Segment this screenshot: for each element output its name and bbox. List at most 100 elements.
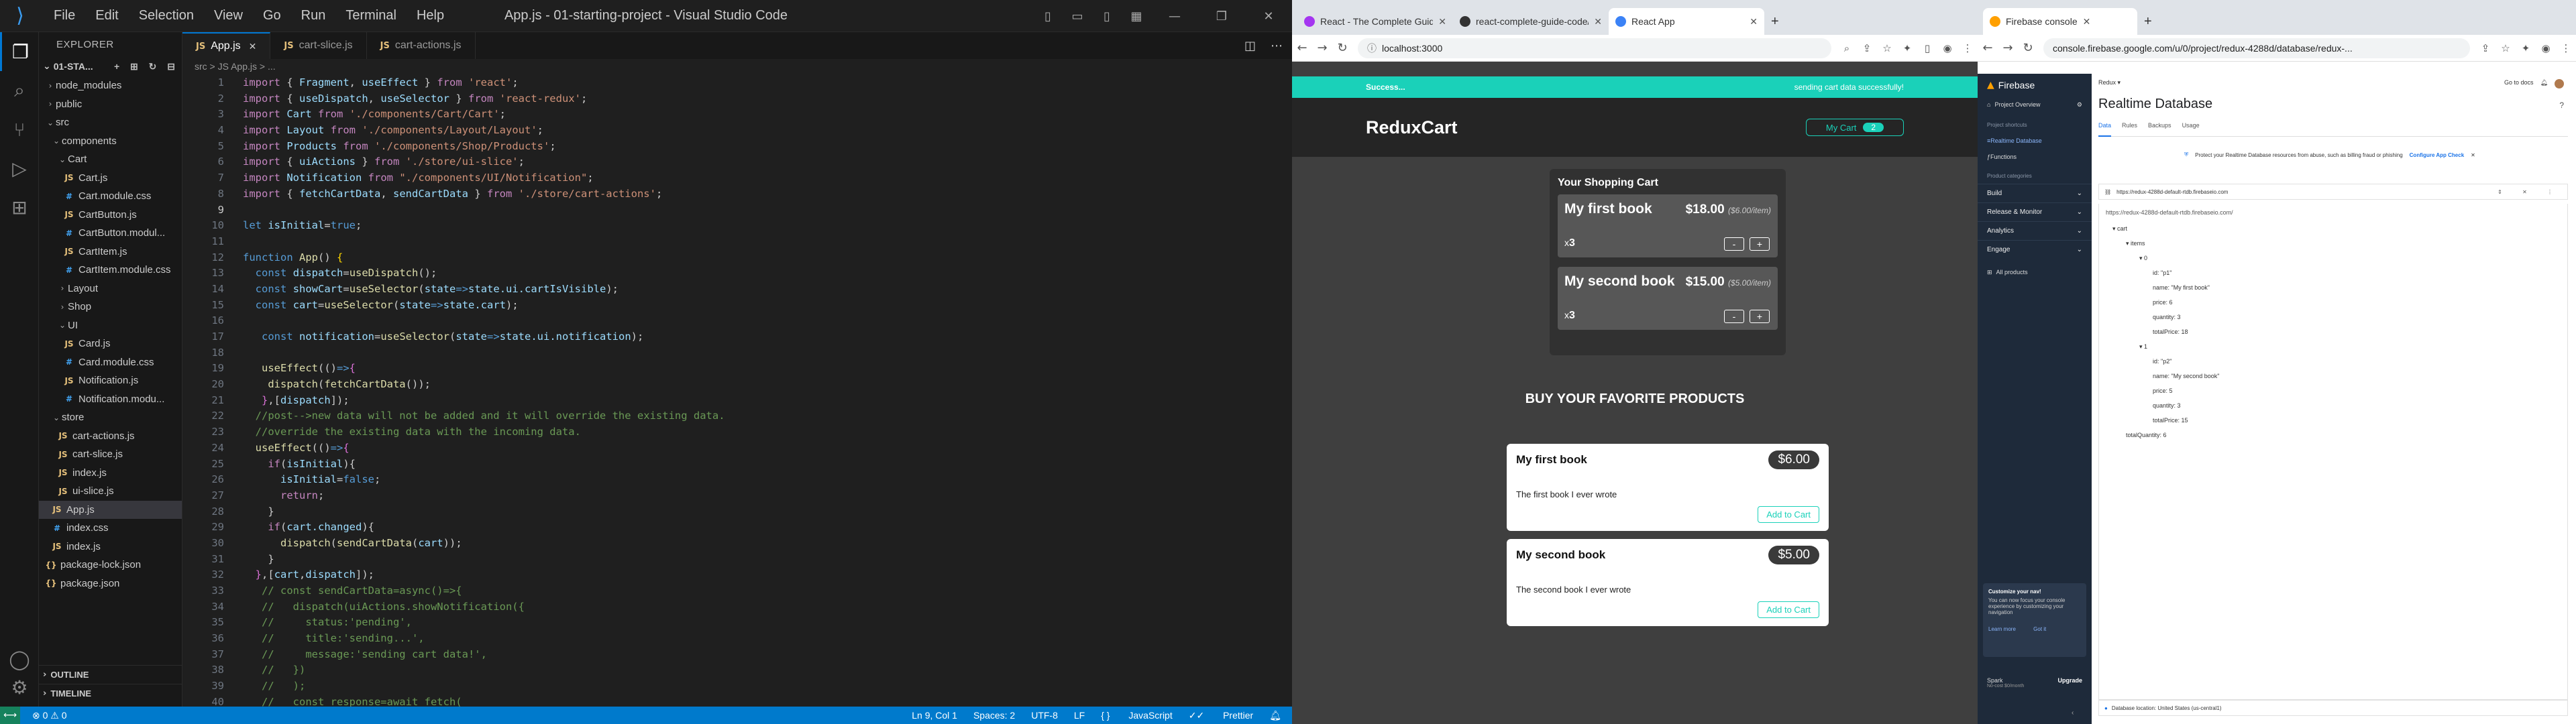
address-bar[interactable]: console.firebase.google.com/u/0/project/… bbox=[2043, 38, 2470, 58]
db-node[interactable]: ▾ 0 bbox=[2139, 255, 2147, 262]
indentation[interactable]: Spaces: 2 bbox=[973, 710, 1015, 721]
language-mode[interactable]: { } JavaScript bbox=[1101, 710, 1173, 721]
shortcut-realtime-database[interactable]: ≡ Realtime Database bbox=[1978, 133, 2092, 149]
file-item[interactable]: # Cart.module.css bbox=[39, 187, 182, 206]
db-node[interactable]: id: "p1" bbox=[2153, 269, 2171, 276]
bookmark-star-icon[interactable]: ☆ bbox=[1877, 42, 1897, 54]
folder-item[interactable]: ⌄ Cart bbox=[39, 150, 182, 169]
menu-run[interactable]: Run bbox=[301, 8, 326, 23]
close-tab-icon[interactable]: ✕ bbox=[1438, 16, 1446, 27]
project-root[interactable]: ⌄ 01-STA... + ⊞ ↻ ⊟ bbox=[39, 56, 182, 76]
section-engage[interactable]: Engage ⌄ bbox=[1978, 240, 2092, 259]
configure-app-check-link[interactable]: Configure App Check bbox=[2410, 152, 2464, 158]
settings-gear-icon[interactable]: ⚙ bbox=[0, 668, 39, 707]
file-item[interactable]: # CartButton.modul... bbox=[39, 224, 182, 243]
explorer-icon[interactable]: ❐ bbox=[0, 32, 39, 71]
project-overview-link[interactable]: ⌂ Project Overview ⚙ bbox=[1978, 97, 2092, 113]
reload-icon[interactable]: ↻ bbox=[2018, 41, 2038, 55]
section-build[interactable]: Build ⌄ bbox=[1978, 184, 2092, 202]
search-icon[interactable]: ⌕ bbox=[0, 71, 39, 110]
close-tab-icon[interactable]: ✕ bbox=[2083, 16, 2091, 27]
folder-item[interactable]: › Layout bbox=[39, 280, 182, 298]
db-node[interactable]: totalPrice: 18 bbox=[2153, 328, 2188, 335]
tab-cart-actions-js[interactable]: JS cart-actions.js bbox=[366, 32, 476, 59]
increase-button[interactable]: + bbox=[1750, 310, 1770, 323]
close-tab-icon[interactable]: ✕ bbox=[1750, 16, 1758, 27]
browser-tab[interactable]: React - The Complete Guide (incl ✕ bbox=[1297, 8, 1453, 35]
explorer-actions-icon[interactable]: + ⊞ ↻ ⊟ bbox=[114, 61, 182, 72]
menu-kebab-icon[interactable]: ⋮ bbox=[1957, 42, 1978, 54]
menu-kebab-icon[interactable]: ⋮ bbox=[2556, 42, 2576, 54]
firebase-logo[interactable]: ▲ Firebase bbox=[1978, 74, 2092, 97]
decrease-button[interactable]: - bbox=[1724, 237, 1744, 251]
menu-terminal[interactable]: Terminal bbox=[345, 8, 396, 23]
layout-secondary-icon[interactable]: ▯ bbox=[1092, 9, 1122, 23]
customize-layout-icon[interactable]: ▦ bbox=[1122, 9, 1151, 23]
close-button[interactable]: ✕ bbox=[1245, 9, 1292, 23]
got-it-button[interactable]: Got it bbox=[2033, 626, 2046, 632]
remote-icon[interactable]: ⟷ bbox=[0, 707, 20, 724]
section-analytics[interactable]: Analytics ⌄ bbox=[1978, 221, 2092, 240]
folder-item[interactable]: › public bbox=[39, 95, 182, 114]
back-icon[interactable]: ← bbox=[1292, 41, 1312, 55]
file-item[interactable]: # Notification.modu... bbox=[39, 390, 182, 409]
db-node[interactable]: price: 5 bbox=[2153, 387, 2173, 394]
menu-view[interactable]: View bbox=[214, 8, 243, 23]
menu-file[interactable]: File bbox=[54, 8, 75, 23]
db-node[interactable]: quantity: 3 bbox=[2153, 402, 2181, 409]
db-node[interactable]: quantity: 3 bbox=[2153, 314, 2181, 320]
sidepanel-icon[interactable]: ▯ bbox=[1917, 42, 1937, 54]
forward-icon[interactable]: → bbox=[1998, 41, 2018, 55]
tab-cart-slice-js[interactable]: JS cart-slice.js bbox=[270, 32, 367, 59]
encoding[interactable]: UTF-8 bbox=[1031, 710, 1058, 721]
folder-item[interactable]: ⌄ components bbox=[39, 132, 182, 151]
db-root-url[interactable]: https://redux-4288d-default-rtdb.firebas… bbox=[2106, 209, 2233, 216]
extensions-puzzle-icon[interactable]: ✦ bbox=[1897, 42, 1917, 54]
file-item[interactable]: JS ui-slice.js bbox=[39, 482, 182, 501]
prettier-status[interactable]: ✓✓ Prettier bbox=[1189, 710, 1253, 721]
back-icon[interactable]: ← bbox=[1978, 41, 1998, 55]
increase-button[interactable]: + bbox=[1750, 237, 1770, 251]
menu-edit[interactable]: Edit bbox=[95, 8, 118, 23]
db-node[interactable]: totalPrice: 15 bbox=[2153, 417, 2188, 424]
address-bar[interactable]: ⓘ localhost:3000 bbox=[1358, 38, 1831, 58]
folder-item[interactable]: ⌄ store bbox=[39, 408, 182, 427]
profile-icon[interactable]: ◉ bbox=[2536, 42, 2556, 54]
docs-link[interactable]: Go to docs bbox=[2504, 79, 2534, 88]
folder-item[interactable]: › node_modules bbox=[39, 76, 182, 95]
db-url[interactable]: https://redux-4288d-default-rtdb.firebas… bbox=[2116, 189, 2228, 195]
file-item[interactable]: # Card.module.css bbox=[39, 353, 182, 372]
close-banner-icon[interactable]: ✕ bbox=[2471, 152, 2475, 158]
file-item[interactable]: JS Card.js bbox=[39, 335, 182, 353]
file-item[interactable]: # index.css bbox=[39, 519, 182, 538]
folder-item[interactable]: ⌄ UI bbox=[39, 316, 182, 335]
decrease-button[interactable]: - bbox=[1724, 310, 1744, 323]
learn-more-link[interactable]: Learn more bbox=[1988, 626, 2016, 632]
section-release-monitor[interactable]: Release & Monitor ⌄ bbox=[1978, 202, 2092, 221]
extensions-puzzle-icon[interactable]: ✦ bbox=[2516, 42, 2536, 54]
maximize-button[interactable]: ❐ bbox=[1198, 9, 1245, 23]
breadcrumb[interactable]: src > JS App.js > ... bbox=[182, 59, 1292, 74]
code-editor[interactable]: 1 import { Fragment, useEffect } from 're… bbox=[182, 75, 1292, 711]
file-item[interactable]: JS Notification.js bbox=[39, 371, 182, 390]
source-control-icon[interactable]: ⑂ bbox=[0, 110, 39, 149]
forward-icon[interactable]: → bbox=[1312, 41, 1332, 55]
layout-panel-icon[interactable]: ▭ bbox=[1063, 9, 1092, 23]
new-tab-button[interactable]: + bbox=[2137, 8, 2157, 35]
tab-rules[interactable]: Rules bbox=[2122, 122, 2137, 136]
split-editor-icon[interactable]: ◫ bbox=[1244, 39, 1256, 53]
profile-icon[interactable]: ◉ bbox=[1937, 42, 1957, 54]
minimize-button[interactable]: — bbox=[1151, 9, 1198, 23]
add-to-cart-button[interactable]: Add to Cart bbox=[1758, 601, 1819, 618]
zoom-icon[interactable]: ⌕ bbox=[1837, 42, 1857, 54]
menu-help[interactable]: Help bbox=[417, 8, 444, 23]
outline-section[interactable]: › OUTLINE bbox=[39, 665, 182, 683]
db-node[interactable]: ▾ cart bbox=[2112, 225, 2127, 233]
user-avatar[interactable] bbox=[2555, 79, 2564, 88]
db-node[interactable]: ▾ items bbox=[2126, 240, 2145, 247]
db-node[interactable]: ▾ 1 bbox=[2139, 343, 2147, 351]
share-icon[interactable]: ⇪ bbox=[1857, 42, 1877, 54]
db-node[interactable]: name: "My second book" bbox=[2153, 373, 2219, 379]
db-node[interactable]: price: 6 bbox=[2153, 299, 2173, 306]
close-tab-icon[interactable]: ✕ bbox=[1594, 16, 1602, 27]
